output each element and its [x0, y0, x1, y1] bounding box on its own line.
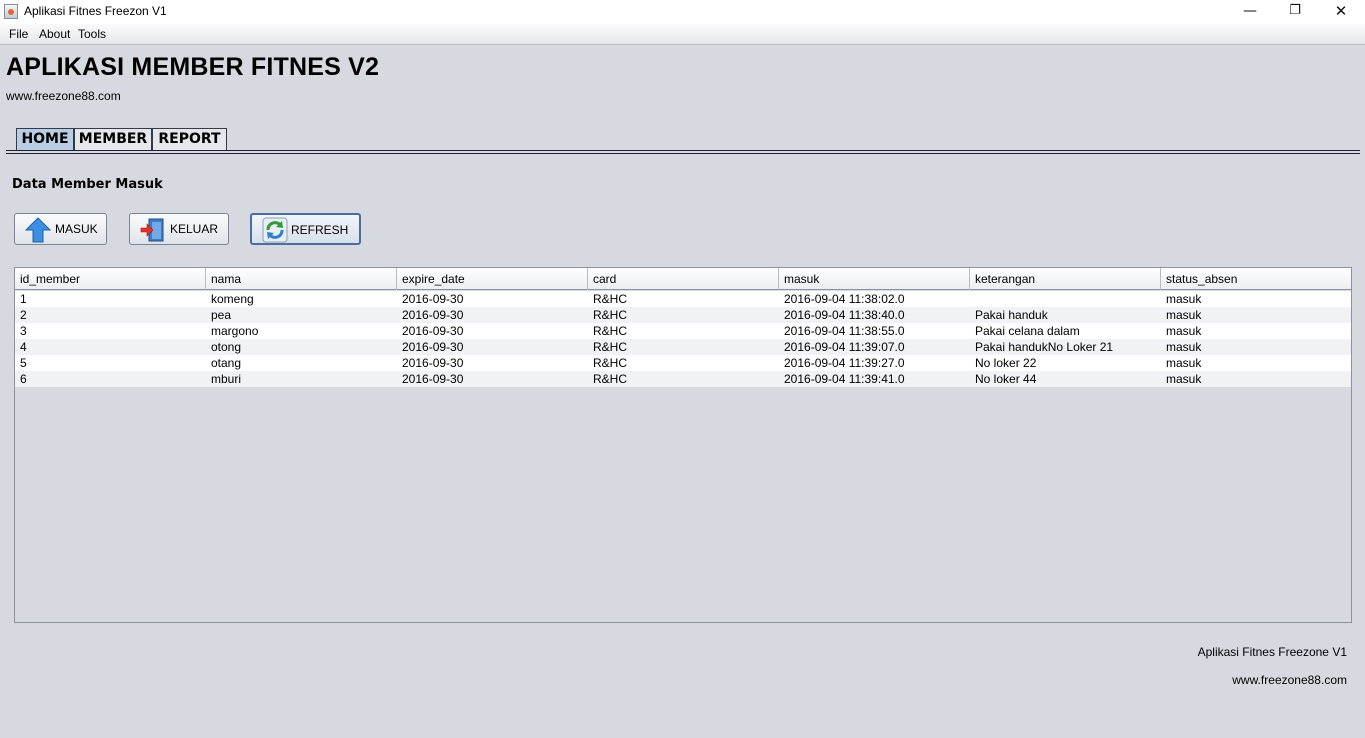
window-title: Aplikasi Fitnes Freezon V1 [24, 4, 167, 18]
arrow-up-icon [25, 217, 51, 243]
table-cell-expire-date: 2016-09-30 [402, 356, 464, 370]
table-cell-keterangan [970, 291, 1161, 307]
table-cell-expire-date: 2016-09-30 [402, 308, 464, 322]
tab-member[interactable]: MEMBER [74, 128, 152, 151]
app-title: APLIKASI MEMBER FITNES V2 [6, 53, 380, 81]
table-cell-id-member: 1 [20, 292, 27, 306]
table-cell-card: R&HC [593, 340, 628, 354]
table-header: id_member nama expire_date card masuk ke… [15, 268, 1351, 290]
table-cell-nama: margono [211, 324, 259, 338]
table-cell-masuk: 2016-09-04 11:38:02.0 [784, 292, 905, 306]
table-cell-card: R&HC [593, 356, 628, 370]
tab-divider [6, 150, 1360, 154]
table-cell-expire-date: 2016-09-30 [402, 340, 464, 354]
column-header-keterangan[interactable]: keterangan [970, 268, 1161, 290]
table-cell-expire-date: 2016-09-30 [402, 372, 464, 386]
app-url: www.freezone88.com [6, 89, 121, 103]
column-header-masuk[interactable]: masuk [779, 268, 970, 290]
table-cell-card: R&HC [593, 292, 628, 306]
table-row[interactable]: 2 pea 2016-09-30 R&HC 2016-09-04 11:38:40.0 P… [15, 307, 1351, 323]
column-header-nama[interactable]: nama [206, 268, 397, 290]
table-cell-id-member: 2 [20, 308, 27, 322]
column-header-status-absen[interactable]: status_absen [1161, 268, 1351, 290]
table-cell-status-absen: masuk [1166, 308, 1202, 322]
section-title: Data Member Masuk [12, 177, 163, 192]
footer-url: www.freezone88.com [1232, 673, 1347, 687]
refresh-label: REFRESH [291, 223, 349, 237]
refresh-icon [262, 217, 288, 243]
member-table[interactable]: id_member nama expire_date card masuk ke… [14, 267, 1352, 623]
table-row[interactable]: 3 margono 2016-09-30 R&HC 2016-09-04 11:38:5… [15, 323, 1351, 339]
table-cell-card: R&HC [593, 372, 628, 386]
table-cell-expire-date: 2016-09-30 [402, 324, 464, 338]
table-cell-keterangan: Pakai handukNo Loker 21 [975, 340, 1114, 354]
keluar-button[interactable]: KELUAR [129, 213, 229, 245]
java-app-icon [4, 4, 18, 19]
table-cell-expire-date: 2016-09-30 [402, 292, 464, 306]
table-cell-nama: otong [211, 340, 242, 354]
table-cell-id-member: 6 [20, 372, 27, 386]
table-cell-masuk: 2016-09-04 11:39:27.0 [784, 356, 905, 370]
table-cell-nama: komeng [211, 292, 254, 306]
table-row[interactable]: 4 otong 2016-09-30 R&HC 2016-09-04 11:39:07.… [15, 339, 1351, 355]
table-cell-status-absen: masuk [1166, 372, 1202, 386]
table-cell-keterangan: Pakai celana dalam [975, 324, 1080, 338]
table-cell-status-absen: masuk [1166, 324, 1202, 338]
table-cell-status-absen: masuk [1166, 292, 1202, 306]
table-cell-keterangan: No loker 44 [975, 372, 1037, 386]
table-cell-nama: mburi [211, 372, 242, 386]
table-cell-id-member: 5 [20, 356, 27, 370]
refresh-button[interactable]: REFRESH [250, 213, 361, 245]
menu-file[interactable]: File [9, 27, 28, 41]
table-row[interactable]: 5 otang 2016-09-30 R&HC 2016-09-04 11:39:27.… [15, 355, 1351, 371]
table-cell-status-absen: masuk [1166, 340, 1202, 354]
table-cell-nama: otang [211, 356, 242, 370]
footer-app-name: Aplikasi Fitnes Freezone V1 [1197, 645, 1347, 659]
table-cell-masuk: 2016-09-04 11:39:41.0 [784, 372, 905, 386]
table-cell-card: R&HC [593, 308, 628, 322]
table-cell-status-absen: masuk [1166, 356, 1202, 370]
masuk-button[interactable]: MASUK [14, 213, 107, 245]
masuk-label: MASUK [55, 222, 98, 236]
table-row[interactable]: 1 komeng 2016-09-30 R&HC 2016-09-04 11:38:02… [15, 291, 1351, 307]
menu-bar: File About Tools [0, 24, 1365, 45]
exit-door-icon [140, 218, 164, 242]
menu-about[interactable]: About [39, 27, 70, 41]
table-cell-masuk: 2016-09-04 11:38:55.0 [784, 324, 905, 338]
table-cell-masuk: 2016-09-04 11:38:40.0 [784, 308, 905, 322]
table-row[interactable]: 6 mburi 2016-09-30 R&HC 2016-09-04 11:39:41.… [15, 371, 1351, 387]
table-cell-nama: pea [211, 308, 232, 322]
table-cell-masuk: 2016-09-04 11:39:07.0 [784, 340, 905, 354]
table-cell-id-member: 3 [20, 324, 27, 338]
tab-home[interactable]: HOME [16, 128, 74, 151]
column-header-card[interactable]: card [588, 268, 779, 290]
tab-report[interactable]: REPORT [152, 128, 227, 151]
title-bar: Aplikasi Fitnes Freezon V1 — ❐ ✕ [0, 0, 1365, 24]
table-cell-keterangan: Pakai handuk [975, 308, 1048, 322]
column-header-expire-date[interactable]: expire_date [397, 268, 588, 290]
table-cell-keterangan: No loker 22 [975, 356, 1037, 370]
table-cell-id-member: 4 [20, 340, 27, 354]
column-header-id-member[interactable]: id_member [15, 268, 206, 290]
table-cell-card: R&HC [593, 324, 628, 338]
close-icon[interactable]: ✕ [1318, 0, 1364, 24]
restore-icon[interactable]: ❐ [1272, 0, 1318, 24]
keluar-label: KELUAR [170, 222, 219, 236]
minimize-icon[interactable]: — [1227, 0, 1273, 24]
menu-tools[interactable]: Tools [78, 27, 106, 41]
